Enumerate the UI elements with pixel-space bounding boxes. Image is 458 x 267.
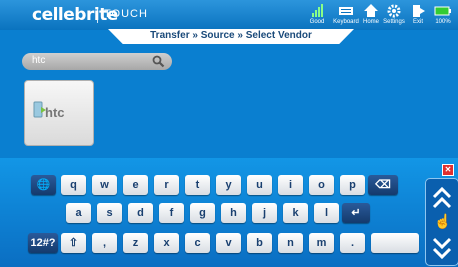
key-m[interactable]: m [309,233,334,253]
exit-button[interactable]: Exit [404,3,432,29]
enter-icon: ↵ [351,207,361,219]
key-q[interactable]: q [61,175,86,195]
exit-label: Exit [412,19,423,25]
key-p[interactable]: p [340,175,365,195]
key-w[interactable]: w [92,175,117,195]
touch-icon: ☝ [434,213,452,229]
battery-icon [429,3,457,18]
shift-icon: ⇧ [68,237,79,249]
enter-key[interactable]: ↵ [342,203,370,223]
key-j[interactable]: j [252,203,277,223]
key-f[interactable]: f [159,203,184,223]
key-o[interactable]: o [309,175,334,195]
key-n[interactable]: n [278,233,303,253]
key-b[interactable]: b [247,233,272,253]
mode-key[interactable]: 12#? [28,233,58,253]
globe-key[interactable]: 🌐 [31,175,56,195]
keyboard-icon [332,3,360,18]
scroll-up-icon[interactable] [430,185,454,216]
key-i[interactable]: i [278,175,303,195]
app-logo-sub: TOUCH [104,8,148,20]
battery-status: 100% [429,3,457,29]
key-z[interactable]: z [123,233,148,253]
globe-icon: 🌐 [36,179,51,191]
key-a[interactable]: a [66,203,91,223]
key-g[interactable]: g [190,203,215,223]
vendor-tile-htc[interactable]: htc [24,80,94,146]
search-icon[interactable] [152,55,165,68]
close-icon[interactable]: ✕ [442,164,454,176]
key-l[interactable]: l [314,203,339,223]
key-u[interactable]: u [247,175,272,195]
key-d[interactable]: d [128,203,153,223]
exit-icon [404,3,432,18]
key-k[interactable]: k [283,203,308,223]
key-s[interactable]: s [97,203,122,223]
signal-status: Good [303,3,331,29]
logo-divider [97,7,98,23]
shift-key[interactable]: ⇧ [61,233,86,253]
signal-label: Good [309,19,325,25]
backspace-icon: ⌫ [375,179,391,191]
backspace-key[interactable]: ⌫ [368,175,398,195]
key-t[interactable]: t [185,175,210,195]
key-e[interactable]: e [123,175,148,195]
signal-icon [303,3,331,18]
search-input[interactable]: htc [32,55,45,66]
key-c[interactable]: c [185,233,210,253]
keyboard-button[interactable]: Keyboard [332,3,360,29]
key-y[interactable]: y [216,175,241,195]
vendor-label: htc [45,105,65,120]
key-comma[interactable]: , [92,233,117,253]
battery-label: 100% [435,19,451,25]
key-h[interactable]: h [221,203,246,223]
scroll-down-icon[interactable] [430,235,454,266]
top-bar: cellebrite TOUCH Good Keyboard Home Sett… [0,0,458,30]
keyboard-label: Keyboard [333,19,359,25]
breadcrumb: Transfer » Source » Select Vendor [150,30,312,41]
key-period[interactable]: . [340,233,365,253]
key-x[interactable]: x [154,233,179,253]
breadcrumb-bar: Transfer » Source » Select Vendor [108,29,354,44]
key-r[interactable]: r [154,175,179,195]
search-field[interactable]: htc [22,53,172,70]
scroll-panel[interactable]: ☝ [425,178,458,266]
key-v[interactable]: v [216,233,241,253]
space-key[interactable] [371,233,419,253]
